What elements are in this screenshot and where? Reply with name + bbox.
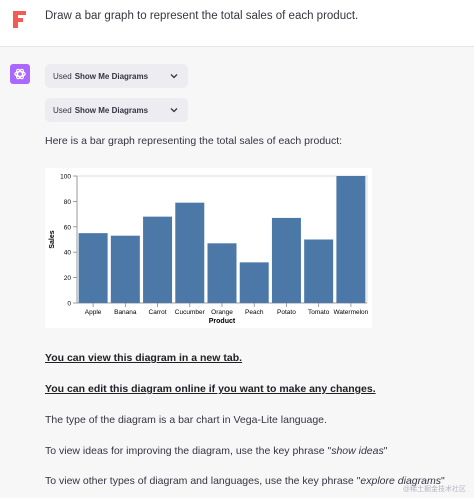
plugin-call-1[interactable]: Used Show Me Diagrams <box>45 64 188 88</box>
y-tick-label: 40 <box>64 250 72 257</box>
edit-diagram-link[interactable]: You can edit this diagram online if you … <box>45 383 376 395</box>
bar-watermelon <box>336 176 366 303</box>
x-axis-title: Product <box>209 318 236 325</box>
explore-note-prefix: To view other types of diagram and langu… <box>45 475 361 487</box>
ideas-note-prefix: To view ideas for improving the diagram,… <box>45 445 332 457</box>
bar-tomato <box>304 239 334 303</box>
y-tick-label: 80 <box>64 199 72 206</box>
diagram-type-note: The type of the diagram is a bar chart i… <box>45 414 327 426</box>
y-tick-label: 0 <box>67 301 71 308</box>
x-tick-label: Orange <box>211 309 233 316</box>
plugin-call-name: Show Me Diagrams <box>74 105 149 115</box>
y-tick-label: 100 <box>60 174 71 181</box>
x-tick-label: Potato <box>277 309 296 316</box>
y-axis-title: Sales <box>49 230 56 248</box>
x-tick-label: Tomato <box>308 309 330 316</box>
ideas-note-suffix: " <box>383 445 388 457</box>
x-tick-label: Watermelon <box>333 309 368 316</box>
x-tick-label: Cucumber <box>175 309 206 316</box>
bar-carrot <box>143 216 173 303</box>
ideas-key-phrase: show ideas <box>331 445 384 457</box>
view-diagram-link[interactable]: You can view this diagram in a new tab. <box>45 352 242 364</box>
bar-orange <box>207 243 237 303</box>
x-tick-label: Apple <box>85 309 102 316</box>
intro-text: Here is a bar graph representing the tot… <box>45 135 343 147</box>
bar-chart-image: 0 20 40 60 80 100 Apple Banana Carrot Cucumber Ora… <box>45 168 372 328</box>
chevron-down-icon[interactable] <box>170 72 178 80</box>
y-tick-label: 60 <box>64 224 72 231</box>
y-tick-label: 20 <box>64 275 72 282</box>
plugin-call-prefix: Used <box>53 71 72 81</box>
openai-logo-icon <box>14 68 26 80</box>
x-tick-label: Carrot <box>149 309 167 316</box>
x-tick-label: Banana <box>114 309 137 316</box>
bar-apple <box>78 233 108 303</box>
bar-cucumber <box>175 202 205 303</box>
user-message-text: Draw a bar graph to represent the total … <box>45 10 359 22</box>
user-message-row: Draw a bar graph to represent the total … <box>0 0 474 47</box>
x-tick-label: Peach <box>245 309 264 316</box>
explore-note: To view other types of diagram and langu… <box>45 475 445 487</box>
plugin-call-2[interactable]: Used Show Me Diagrams <box>45 98 188 122</box>
ideas-note: To view ideas for improving the diagram,… <box>45 445 387 457</box>
user-avatar-icon <box>13 11 26 28</box>
bar-banana <box>110 235 140 303</box>
plugin-call-prefix: Used <box>53 105 72 115</box>
assistant-avatar <box>10 64 30 84</box>
bar-chart: 0 20 40 60 80 100 Apple Banana Carrot Cucumber Ora… <box>49 174 369 326</box>
plugin-call-name: Show Me Diagrams <box>74 71 149 81</box>
bar-peach <box>239 262 269 303</box>
watermark: @稀土掘金技术社区 <box>402 486 466 493</box>
bar-potato <box>271 217 301 303</box>
chevron-down-icon[interactable] <box>170 106 178 114</box>
